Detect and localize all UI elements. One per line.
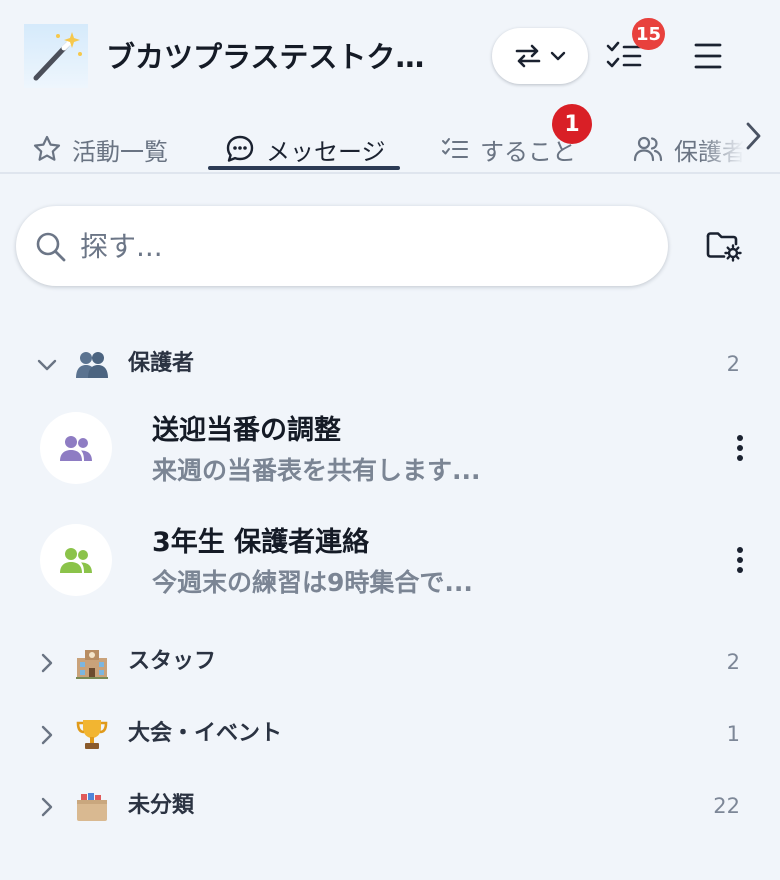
chevron-down-icon (37, 359, 57, 371)
thread-item[interactable]: 送迎当番の調整 来週の当番表を共有します... (0, 412, 780, 508)
tabs-scroll-right-button[interactable] (740, 118, 766, 154)
trophy-emoji-icon (76, 720, 108, 749)
team-avatar[interactable] (24, 24, 88, 88)
swap-arrows-icon (515, 44, 541, 68)
folder-settings-icon (706, 232, 742, 262)
team-switch-button[interactable] (492, 28, 588, 84)
group-label: 保護者 (128, 351, 195, 376)
people-icon (633, 136, 663, 162)
search-icon (36, 232, 66, 262)
group-guardians[interactable]: 保護者 2 (0, 340, 780, 388)
chat-bubble-icon (226, 135, 254, 162)
todo-count-badge: 15 (632, 18, 666, 50)
chevron-right-icon (746, 122, 761, 150)
group-count: 2 (726, 650, 740, 674)
checklist-icon (442, 138, 468, 158)
group-label: 大会・イベント (128, 721, 283, 746)
people-emoji-icon (76, 352, 108, 378)
thread-avatar (40, 524, 112, 596)
group-people-icon (60, 436, 92, 461)
group-label: 未分類 (128, 793, 195, 818)
group-count: 2 (726, 352, 740, 376)
todos-tab-badge: 1 (552, 104, 592, 144)
chevron-right-icon (41, 725, 53, 745)
more-vertical-icon[interactable] (726, 430, 754, 470)
menu-button[interactable] (686, 36, 730, 76)
team-name[interactable]: ブカツプラステストク… (106, 38, 462, 76)
tab-activities[interactable]: 活動一覧 (32, 126, 168, 172)
magic-wand-icon (33, 32, 82, 81)
thread-preview: 今週末の練習は9時集合で... (152, 568, 473, 597)
thread-title: 3年生 保護者連絡 (152, 527, 370, 558)
group-uncategorized[interactable]: 未分類 22 (0, 782, 780, 830)
thread-item[interactable]: 3年生 保護者連絡 今週末の練習は9時集合で... (0, 524, 780, 620)
app-header: ブカツプラステストク… 15 (0, 0, 780, 112)
hamburger-icon (694, 43, 722, 69)
chevron-right-icon (41, 797, 53, 817)
tab-messages-label: メッセージ (266, 137, 386, 166)
group-staff[interactable]: スタッフ 2 (0, 638, 780, 686)
search-bar (16, 206, 668, 286)
thread-preview: 来週の当番表を共有します... (152, 456, 481, 485)
chevron-down-icon (550, 51, 566, 61)
more-vertical-icon[interactable] (726, 542, 754, 582)
tab-activities-label: 活動一覧 (72, 137, 168, 166)
group-count: 1 (726, 722, 740, 746)
thread-title: 送迎当番の調整 (152, 415, 341, 446)
card-box-emoji-icon (77, 793, 107, 821)
active-tab-indicator (208, 166, 400, 170)
chevron-right-icon (41, 653, 53, 673)
tab-bar: 活動一覧 メッセージ すること 保護者 (0, 112, 780, 174)
group-events[interactable]: 大会・イベント 1 (0, 710, 780, 758)
star-icon (33, 135, 61, 161)
search-input[interactable] (80, 220, 640, 272)
school-emoji-icon (76, 650, 108, 679)
thread-avatar (40, 412, 112, 484)
folder-settings-button[interactable] (704, 228, 744, 264)
group-count: 22 (713, 794, 740, 818)
group-people-icon (60, 548, 92, 573)
group-label: スタッフ (128, 649, 217, 674)
